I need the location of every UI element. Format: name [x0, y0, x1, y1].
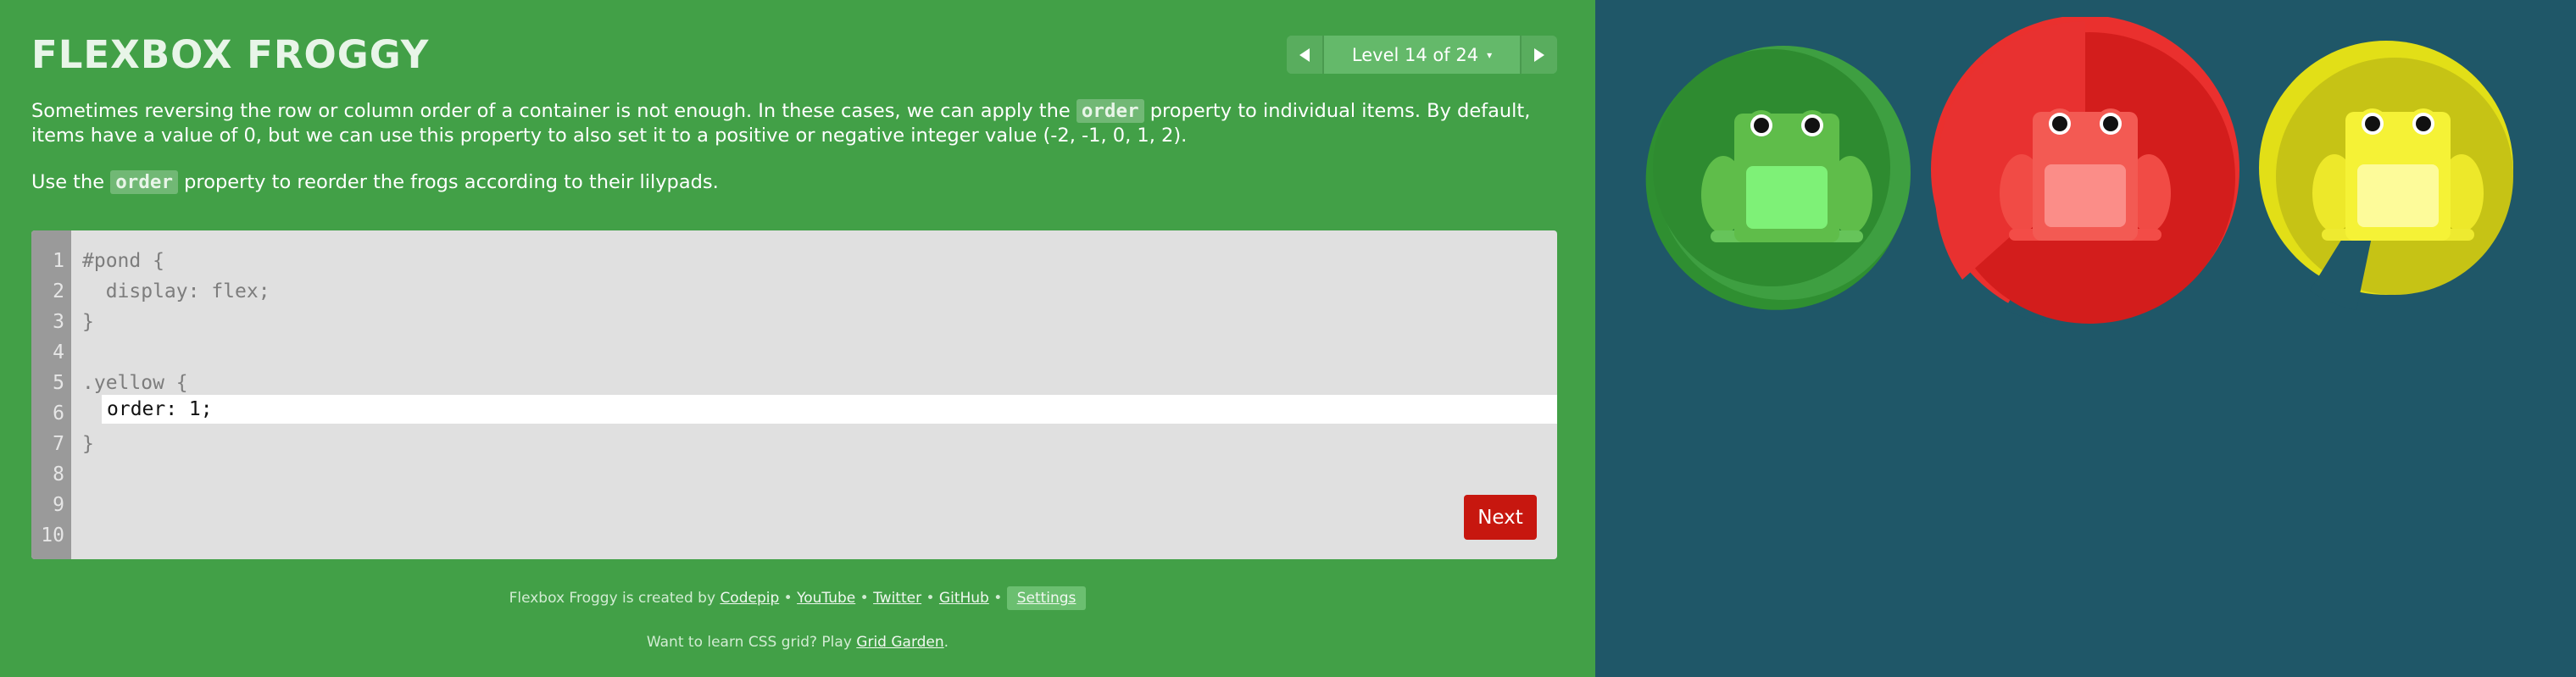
instruction-text: Sometimes reversing the row or column or…	[31, 100, 1077, 122]
instruction-paragraph: Sometimes reversing the row or column or…	[31, 99, 1557, 148]
line-number: 2	[53, 280, 64, 302]
code-line: display: flex;	[82, 280, 270, 302]
next-button[interactable]: Next	[1464, 495, 1537, 540]
triangle-right-icon	[1534, 47, 1544, 62]
css-input[interactable]	[102, 395, 1557, 424]
page-title: FLEXBOX FROGGY	[31, 32, 430, 77]
code-editor: 1 2 3 4 5 6 7 8 9 10 #pond { display: fl…	[31, 230, 1557, 559]
youtube-link[interactable]: YouTube	[797, 590, 855, 607]
line-number-gutter: 1 2 3 4 5 6 7 8 9 10	[31, 230, 71, 559]
line-number: 6	[53, 402, 64, 425]
previous-level-button[interactable]	[1287, 36, 1324, 74]
promo-text: .	[943, 634, 949, 651]
pond	[1595, 0, 2576, 677]
codepip-link[interactable]: Codepip	[720, 590, 779, 607]
code-line: }	[82, 433, 94, 455]
instruction-text: Use the	[31, 171, 111, 193]
code-keyword: order	[110, 170, 178, 194]
triangle-left-icon	[1299, 47, 1310, 62]
line-number: 9	[53, 494, 64, 516]
frog-green	[1701, 110, 1872, 242]
grid-garden-link[interactable]: Grid Garden	[856, 634, 943, 651]
line-number: 8	[53, 463, 64, 486]
grid-garden-promo: Want to learn CSS grid? Play Grid Garden…	[0, 634, 1595, 651]
caret-down-icon: ▾	[1487, 48, 1493, 61]
instruction-paragraph: Use the order property to reorder the fr…	[31, 170, 1557, 195]
code-line: }	[82, 311, 94, 333]
instruction-text: property to reorder the frogs according …	[178, 171, 719, 193]
level-indicator[interactable]: Level 14 of 24 ▾	[1324, 36, 1520, 74]
line-number: 4	[53, 341, 64, 363]
separator: •	[921, 590, 939, 607]
twitter-link[interactable]: Twitter	[873, 590, 921, 607]
frog-red	[2000, 108, 2171, 241]
separator: •	[779, 590, 798, 607]
next-level-button[interactable]	[1520, 36, 1557, 74]
sidebar: FLEXBOX FROGGY Level 14 of 24 ▾ Sometime…	[0, 0, 1595, 677]
line-number: 5	[53, 372, 64, 394]
settings-button[interactable]: Settings	[1006, 586, 1087, 610]
promo-text: Want to learn CSS grid? Play	[646, 634, 857, 651]
credits: Flexbox Froggy is created by Codepip • Y…	[0, 586, 1595, 610]
level-navigator: Level 14 of 24 ▾	[1287, 36, 1557, 74]
frog-yellow	[2312, 108, 2484, 241]
separator: •	[855, 590, 874, 607]
code-keyword: order	[1076, 99, 1144, 123]
line-number: 7	[53, 433, 64, 455]
github-link[interactable]: GitHub	[939, 590, 989, 607]
separator: •	[988, 590, 1007, 607]
level-label: Level 14 of 24	[1351, 44, 1479, 65]
code-line: .yellow {	[82, 372, 188, 394]
line-number: 10	[41, 524, 64, 547]
credit-text: Flexbox Froggy is created by	[509, 590, 721, 607]
line-number: 3	[53, 311, 64, 333]
code-line: #pond {	[82, 250, 164, 272]
line-number: 1	[53, 250, 64, 272]
instructions: Sometimes reversing the row or column or…	[31, 99, 1557, 217]
